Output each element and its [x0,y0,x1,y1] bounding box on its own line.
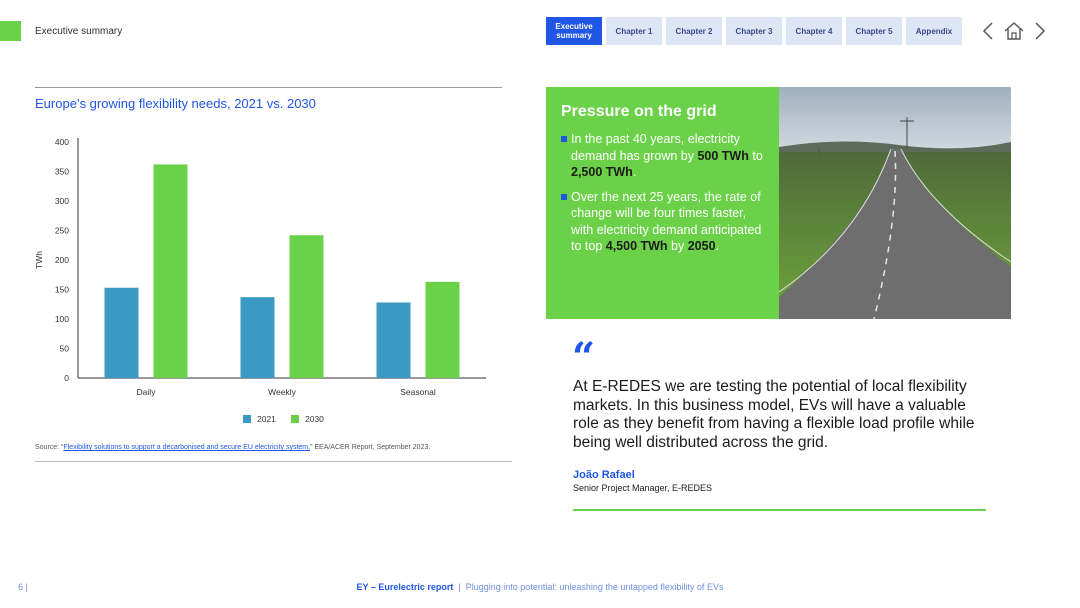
bar-2030-seasonal [425,281,460,378]
source-link[interactable]: Flexibility solutions to support a decar… [63,444,310,451]
source-suffix: ” EEA/ACER Report, September 2023. [310,444,431,451]
home-icon[interactable] [1004,19,1024,43]
quote-author-role: Senior Project Manager, E-REDES [573,483,713,493]
legend-label: 2030 [305,414,324,424]
nav-icons [978,17,1050,45]
section-marker [0,21,21,41]
chart-source: Source: “Flexibility solutions to suppor… [35,444,430,451]
y-axis-label: TWh [34,251,44,269]
chevron-left-icon[interactable] [978,19,998,43]
bar-2030-weekly [289,235,324,378]
legend-swatch-2030 [291,415,299,423]
footer: EY – Eurelectric report | Plugging into … [0,582,1080,592]
footer-subtitle: Plugging into potential: unleashing the … [465,582,724,592]
legend-swatch-2021 [243,415,251,423]
y-tick-label: 250 [55,226,69,236]
source-rule [35,461,512,462]
bullet-square-icon [561,136,567,142]
road-photo [779,87,1011,319]
bar-2021-seasonal [376,302,411,378]
section-title: Executive summary [35,26,123,37]
x-tick-label: Weekly [268,387,296,397]
x-tick-label: Daily [137,387,157,397]
tab-chapter-2[interactable]: Chapter 2 [666,17,722,45]
bar-2030-daily [153,164,188,378]
y-tick-label: 400 [55,137,69,147]
quote-text: At E-REDES we are testing the potential … [573,378,975,451]
tab-appendix[interactable]: Appendix [906,17,962,45]
y-tick-label: 0 [64,373,69,383]
tab-chapter-1[interactable]: Chapter 1 [606,17,662,45]
footer-brand: EY – Eurelectric report [356,582,454,592]
quote-author: João Rafael [573,469,635,481]
legend-label: 2021 [257,414,276,424]
tab-chapter-3[interactable]: Chapter 3 [726,17,782,45]
pressure-callout: Pressure on the grid In the past 40 year… [546,87,779,319]
tab-executive-summary[interactable]: Executive summary [546,17,602,45]
flexibility-bar-chart: 0 50 100 150 200 250 300 350 400 TWh Daily Weekly Se… [34,137,486,424]
y-tick-label: 200 [55,255,69,265]
quote-rule [573,509,986,511]
bar-2021-daily [104,287,139,378]
y-tick-label: 350 [55,167,69,177]
source-prefix: Source: “ [35,444,64,451]
bullet-text: In the past 40 years, electricity demand… [571,132,763,179]
bar-2021-weekly [240,297,275,378]
callout-bullet: Over the next 25 years, the rate of chan… [561,189,767,255]
y-tick-label: 100 [55,314,69,324]
callout-bullet: In the past 40 years, electricity demand… [561,131,767,181]
y-tick-label: 50 [60,344,70,354]
chevron-right-icon[interactable] [1030,19,1050,43]
tab-chapter-4[interactable]: Chapter 4 [786,17,842,45]
quote-mark-icon: “ [572,334,596,381]
bullet-square-icon [561,193,567,200]
chapter-nav: Executive summary Chapter 1 Chapter 2 Ch… [546,17,962,45]
chart-top-rule [35,87,502,88]
tab-chapter-5[interactable]: Chapter 5 [846,17,902,45]
footer-separator: | [453,582,466,592]
callout-title: Pressure on the grid [561,103,717,120]
x-tick-label: Seasonal [400,387,436,397]
chart-title: Europe’s growing flexibility needs, 2021… [35,96,316,111]
y-tick-label: 300 [55,196,69,206]
y-tick-label: 150 [55,285,69,295]
bullet-text: Over the next 25 years, the rate of chan… [571,189,762,254]
